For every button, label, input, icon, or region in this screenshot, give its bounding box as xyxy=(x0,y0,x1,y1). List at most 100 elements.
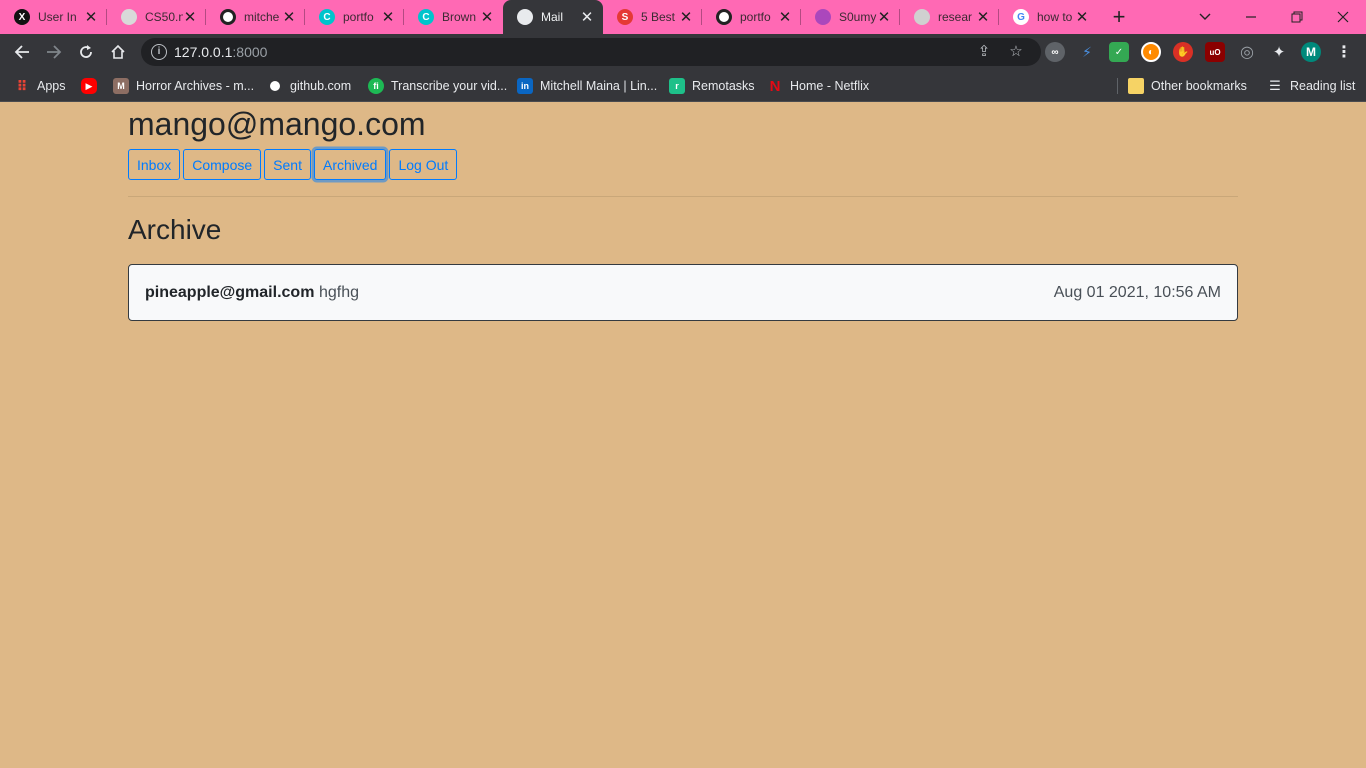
logout-button[interactable]: Log Out xyxy=(389,149,458,180)
mail-nav: Inbox Compose Sent Archived Log Out xyxy=(128,149,460,180)
tab-mail-active[interactable]: Mail ✕ xyxy=(503,0,603,34)
extension-target-icon[interactable]: ◎ xyxy=(1237,42,1257,62)
close-icon[interactable]: ✕ xyxy=(579,9,595,26)
bottom-edge xyxy=(0,764,1366,768)
restore-button[interactable] xyxy=(1274,0,1320,34)
tab-title: mitche xyxy=(244,10,280,24)
bookmark-transcribe[interactable]: fi Transcribe your vid... xyxy=(368,76,507,96)
tab-strip: X User Int ✕ CS50.n ✕ mitche ✕ C portfo … xyxy=(0,0,1366,34)
home-icon xyxy=(111,44,125,59)
home-button[interactable] xyxy=(106,40,130,64)
tab-title: Brown xyxy=(442,10,477,24)
tab-title: CS50.n xyxy=(145,10,183,24)
ublock-icon[interactable]: uO xyxy=(1205,42,1225,62)
tab-github-mitchell[interactable]: mitche ✕ xyxy=(206,0,305,34)
github-icon xyxy=(267,78,283,94)
close-icon[interactable]: ✕ xyxy=(975,9,991,26)
other-bookmarks-label: Other bookmarks xyxy=(1151,79,1247,93)
extension-loop-icon[interactable]: ∞ xyxy=(1045,42,1065,62)
close-icon[interactable]: ✕ xyxy=(1074,9,1090,26)
compose-button[interactable]: Compose xyxy=(183,149,262,180)
sent-button[interactable]: Sent xyxy=(264,149,311,180)
tab-how-to-google[interactable]: G how to ✕ xyxy=(999,0,1098,34)
linkedin-icon: in xyxy=(517,78,533,94)
bookmarks-bar: ⠿ Apps ▶ M Horror Archives - m... github… xyxy=(0,70,1366,102)
extension-bolt-icon[interactable]: ⚡ xyxy=(1077,42,1097,62)
bookmark-linkedin[interactable]: in Mitchell Maina | Lin... xyxy=(517,76,657,96)
bookmark-horror-archives[interactable]: M Horror Archives - m... xyxy=(113,76,254,96)
tab-research[interactable]: resear ✕ xyxy=(900,0,999,34)
reload-button[interactable] xyxy=(74,40,98,64)
close-icon xyxy=(1337,11,1349,23)
tab-brown-canva[interactable]: C Brown ✕ xyxy=(404,0,503,34)
profile-avatar[interactable]: M xyxy=(1301,42,1321,62)
minimize-button[interactable] xyxy=(1228,0,1274,34)
bookmark-remotasks[interactable]: r Remotasks xyxy=(669,76,755,96)
other-bookmarks[interactable]: Other bookmarks xyxy=(1128,76,1247,96)
extensions-puzzle-icon[interactable]: ✦ xyxy=(1269,42,1289,62)
archived-button[interactable]: Archived xyxy=(313,149,387,180)
close-icon[interactable]: ✕ xyxy=(83,9,99,26)
info-icon[interactable]: i xyxy=(151,44,167,60)
close-icon[interactable]: ✕ xyxy=(182,9,198,26)
restore-icon xyxy=(1291,11,1303,23)
horror-archives-icon: M xyxy=(113,78,129,94)
tab-soumy[interactable]: S0umy ✕ xyxy=(801,0,900,34)
close-icon[interactable]: ✕ xyxy=(380,9,396,26)
google-icon: G xyxy=(1013,9,1029,25)
bookmark-label: Mitchell Maina | Lin... xyxy=(540,79,658,93)
s-logo-icon: S xyxy=(617,9,633,25)
minimize-icon xyxy=(1246,16,1256,18)
reading-list[interactable]: ☰ Reading list xyxy=(1267,76,1355,96)
close-icon[interactable]: ✕ xyxy=(678,9,694,26)
extension-hand-icon[interactable]: ✋ xyxy=(1173,42,1193,62)
divider xyxy=(128,196,1238,197)
star-icon[interactable]: ☆ xyxy=(1008,44,1024,60)
tab-5-best[interactable]: S 5 Best ✕ xyxy=(603,0,702,34)
tab-cs50[interactable]: CS50.n ✕ xyxy=(107,0,206,34)
github-icon xyxy=(716,9,732,25)
tab-github-portfolio[interactable]: portfo ✕ xyxy=(702,0,801,34)
bookmark-label: Remotasks xyxy=(692,79,755,93)
menu-kebab-icon[interactable]: ⋮ xyxy=(1334,42,1354,62)
page-title: Archive xyxy=(128,214,222,245)
bookmarks-divider xyxy=(1117,78,1118,94)
bookmark-youtube[interactable]: ▶ xyxy=(81,76,97,96)
email-row[interactable]: pineapple@gmail.com hgfhg Aug 01 2021, 1… xyxy=(128,264,1238,321)
share-icon[interactable]: ⇪ xyxy=(976,44,992,60)
tab-portfolio-canva[interactable]: C portfo ✕ xyxy=(305,0,404,34)
bookmark-label: Home - Netflix xyxy=(790,79,870,93)
netflix-icon: N xyxy=(769,77,781,95)
address-bar[interactable]: i 127.0.0.1:8000 ⇪ ☆ xyxy=(141,38,1041,66)
bookmark-netflix[interactable]: N Home - Netflix xyxy=(767,76,870,96)
bookmark-github[interactable]: github.com xyxy=(267,76,351,96)
tab-title: User Int xyxy=(38,10,76,24)
extension-shield-icon[interactable]: ✓ xyxy=(1109,42,1129,62)
close-icon[interactable]: ✕ xyxy=(777,9,793,26)
reload-icon xyxy=(80,45,92,58)
bookmark-label: Horror Archives - m... xyxy=(136,79,255,93)
extension-badge-icon[interactable]: ◐ xyxy=(1141,42,1161,62)
forward-button[interactable] xyxy=(42,40,66,64)
back-button[interactable] xyxy=(10,40,34,64)
close-window-button[interactable] xyxy=(1320,0,1366,34)
arrow-left-icon xyxy=(14,45,29,59)
remotasks-icon: r xyxy=(669,78,685,94)
inbox-button[interactable]: Inbox xyxy=(128,149,181,180)
bookmark-apps[interactable]: ⠿ Apps xyxy=(14,76,66,96)
new-tab-button[interactable]: + xyxy=(1108,6,1130,29)
canva-icon: C xyxy=(319,9,335,25)
tab-search-button[interactable] xyxy=(1182,0,1228,34)
globe-icon xyxy=(914,9,930,25)
tab-title: portfo xyxy=(343,10,374,24)
transcribe-icon: fi xyxy=(368,78,384,94)
close-icon[interactable]: ✕ xyxy=(281,9,297,26)
close-icon[interactable]: ✕ xyxy=(479,9,495,26)
tab-user-interface[interactable]: X User Int ✕ xyxy=(0,0,107,34)
close-icon[interactable]: ✕ xyxy=(876,9,892,26)
email-sender: pineapple@gmail.com xyxy=(145,284,315,301)
url-port: :8000 xyxy=(232,44,268,60)
tab-title: S0umy xyxy=(839,10,877,24)
canva-icon: C xyxy=(418,9,434,25)
reading-list-icon: ☰ xyxy=(1269,78,1281,93)
